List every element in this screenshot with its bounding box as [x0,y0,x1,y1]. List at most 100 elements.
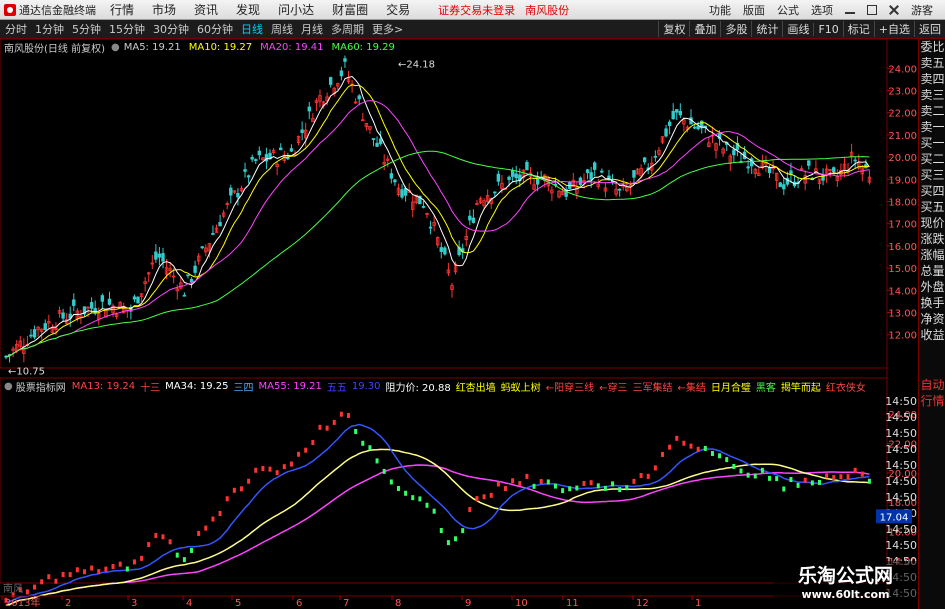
candle-body [857,162,861,169]
candle-body [582,180,586,183]
tool-duogu[interactable]: 多股 [720,21,751,37]
candle-body [314,100,319,104]
menu-gongneng[interactable]: 功能 [709,2,731,18]
menu-zixun[interactable]: 资讯 [194,1,218,18]
sidebar-item[interactable]: 买四 [919,183,945,199]
tab-daily[interactable]: 日线 [241,21,263,37]
menu-banmian[interactable]: 版面 [743,2,765,18]
candle-body [150,262,154,265]
candle-body [478,198,483,203]
tab-multi-period[interactable]: 多周期 [331,21,364,37]
sidebar-bottom-item[interactable]: 行情 [919,393,945,409]
signal-block [125,566,129,572]
candle-body [689,117,693,125]
settings-dot-icon[interactable]: ● [111,42,120,53]
tool-fanhui[interactable]: 返回 [914,21,945,37]
candle-body [575,187,579,194]
tab-30min[interactable]: 30分钟 [153,21,189,37]
sidebar-item[interactable]: 买二 [919,151,945,167]
sidebar-bottom-item[interactable]: 自动 [919,377,945,393]
y-tick-label: 24.00 [888,64,917,75]
sidebar-item[interactable]: 买三 [919,167,945,183]
signal-block [525,473,529,479]
x-tick-label: 6 [296,598,302,609]
close-icon[interactable] [889,5,899,15]
signal-block [511,478,515,484]
signal-block [11,592,15,598]
signal-block [411,495,415,501]
signal-block [596,483,600,489]
price-panel-title: 南风股份(日线 前复权) ● MA5: 19.21 MA10: 19.27 MA… [0,40,403,55]
candle-body [742,151,747,160]
y-tick-label: 24.00 [888,410,917,421]
y-tick-label: 14.00 [888,286,917,297]
sidebar-item[interactable]: 现价 [919,215,945,231]
tool-f10[interactable]: F10 [813,22,842,36]
settings-dot-icon[interactable]: ● [4,381,13,392]
tab-15min[interactable]: 15分钟 [109,21,145,37]
tab-weekly[interactable]: 周线 [271,21,293,37]
stock-title[interactable]: 南风股份(日线 前复权) [4,40,105,55]
sidebar-item[interactable]: 涨幅 [919,247,945,263]
tool-zixuan[interactable]: +自选 [873,21,914,37]
signal-block [825,473,829,479]
menu-shichang[interactable]: 市场 [152,1,176,18]
sidebar-item[interactable]: 换手 [919,295,945,311]
sidebar-item[interactable]: 卖一 [919,119,945,135]
tool-diejia[interactable]: 叠加 [689,21,720,37]
guest-label[interactable]: 游客 [911,2,933,18]
menu-wenxiaoda[interactable]: 问小达 [278,1,314,18]
minimize-icon[interactable] [845,6,855,14]
tab-5min[interactable]: 5分钟 [72,21,101,37]
sidebar-item[interactable]: 净资 [919,311,945,327]
sidebar-item[interactable]: 卖二 [919,103,945,119]
sidebar-item[interactable]: 涨跌 [919,231,945,247]
signal-block [760,467,764,473]
ma10-line [5,84,870,358]
candle-body [589,172,593,180]
kline-chart[interactable]: 24.00 23.00 22.00 21.00 20.00 19.00 18.00 17.00… [0,0,945,609]
candle-body [510,170,515,177]
tab-fenshi[interactable]: 分时 [5,21,27,37]
signal-block [768,475,772,481]
menu-faxian[interactable]: 发现 [236,1,260,18]
candle-body [396,187,401,195]
tab-monthly[interactable]: 月线 [301,21,323,37]
signal-block [218,511,222,517]
time-label: 14:50 [885,507,917,520]
sidebar-item[interactable]: 买五 [919,199,945,215]
sidebar-item[interactable]: 收益 [919,327,945,343]
sidebar-item[interactable]: 委比 [919,39,945,55]
signal-block [839,474,843,480]
login-notice[interactable]: 证券交易未登录 [438,2,515,18]
tab-more[interactable]: 更多> [372,21,403,37]
menu-caifuquan[interactable]: 财富圈 [332,1,368,18]
maximize-icon[interactable] [867,4,877,15]
sidebar-item[interactable]: 总量 [919,263,945,279]
signal-block [204,525,208,531]
sidebar-item[interactable]: 卖五 [919,55,945,71]
sidebar-item[interactable]: 买一 [919,135,945,151]
menu-jiaoyi[interactable]: 交易 [386,1,410,18]
stock-notice[interactable]: 南风股份 [525,2,569,18]
tool-huaxian[interactable]: 画线 [782,21,813,37]
tool-fuquan[interactable]: 复权 [658,21,689,37]
signal-block [61,572,65,578]
candle-body [796,181,800,184]
candle-body [132,296,137,300]
sidebar-item[interactable]: 外盘 [919,279,945,295]
indicator-name[interactable]: 股票指标网 [16,379,66,394]
indicator-item: MA13: 19.24 [71,380,136,392]
tool-biaoji[interactable]: 标记 [842,21,874,37]
menu-hangqing[interactable]: 行情 [110,1,134,18]
y-tick-label: 22.00 [888,109,917,120]
sidebar-item[interactable]: 卖三 [919,87,945,103]
menu-xuanxiang[interactable]: 选项 [811,2,833,18]
tab-60min[interactable]: 60分钟 [197,21,233,37]
sidebar-item[interactable]: 卖四 [919,71,945,87]
y-tick-label: 21.00 [888,131,917,142]
menu-gongshi[interactable]: 公式 [777,2,799,18]
tab-1min[interactable]: 1分钟 [35,21,64,37]
candle-body [639,168,643,177]
tool-tongji[interactable]: 统计 [751,21,782,37]
